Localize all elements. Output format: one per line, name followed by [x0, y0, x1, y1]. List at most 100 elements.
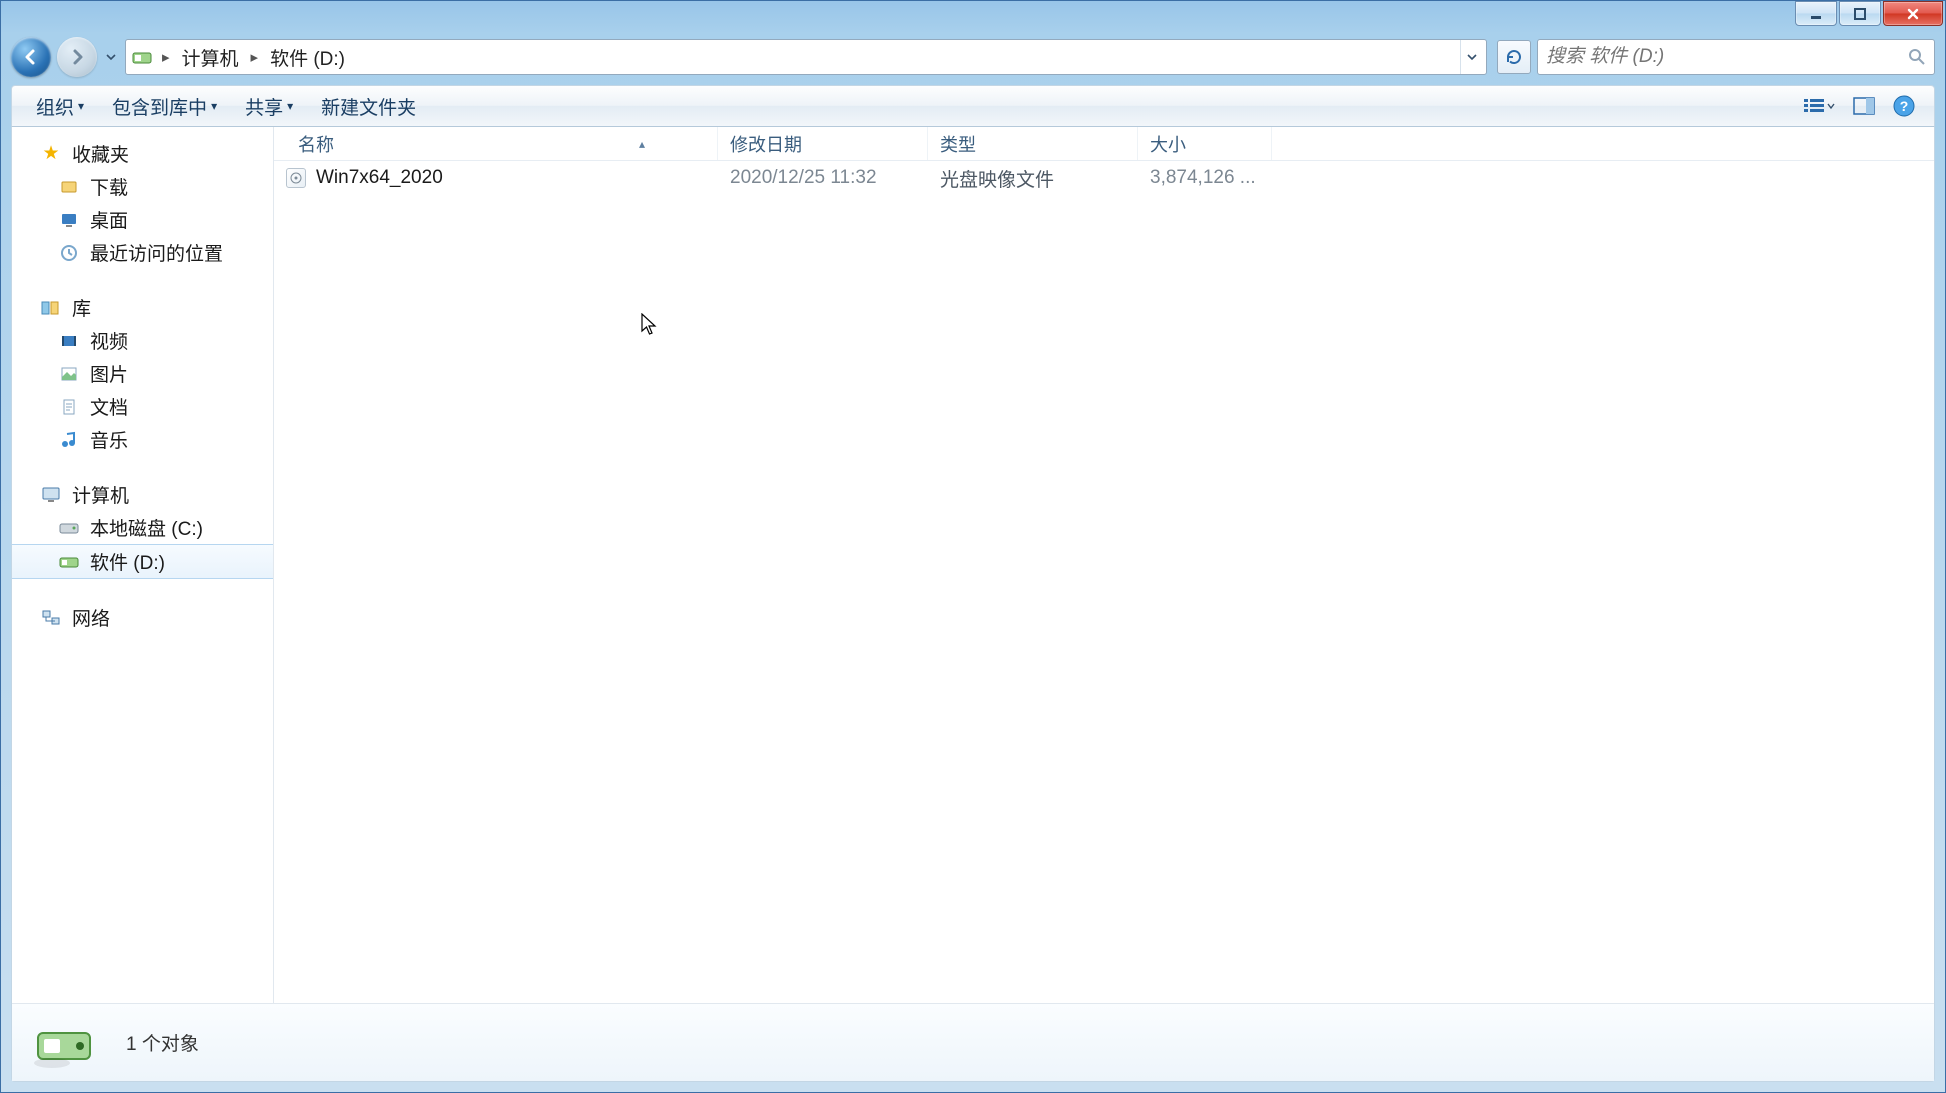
forward-button[interactable] [57, 37, 97, 77]
chevron-down-icon [1827, 102, 1835, 110]
preview-pane-button[interactable] [1846, 91, 1882, 121]
column-headers: 名称 ▴ 修改日期 类型 大小 [274, 127, 1934, 161]
column-label: 名称 [298, 131, 334, 157]
new-folder-button[interactable]: 新建文件夹 [309, 89, 428, 124]
sidebar-item-favorites[interactable]: ★ 收藏夹 [12, 137, 273, 170]
toolbar: 组织 ▾ 包含到库中 ▾ 共享 ▾ 新建文件夹 ? [11, 85, 1935, 127]
minimize-button[interactable] [1795, 1, 1837, 26]
sidebar-item-music[interactable]: 音乐 [12, 423, 273, 456]
address-bar[interactable]: ▸ 计算机 ▸ 软件 (D:) [125, 39, 1487, 75]
status-bar: 1 个对象 [12, 1003, 1934, 1081]
sidebar-item-desktop[interactable]: 桌面 [12, 203, 273, 236]
help-button[interactable]: ? [1886, 91, 1922, 121]
chevron-down-icon: ▾ [211, 99, 217, 113]
file-view: 名称 ▴ 修改日期 类型 大小 Win7x64_2020 [274, 127, 1934, 1003]
include-label: 包含到库中 [112, 93, 207, 120]
maximize-icon [1853, 7, 1867, 21]
maximize-button[interactable] [1839, 1, 1881, 26]
search-input[interactable] [1546, 46, 1900, 68]
sort-indicator-icon: ▴ [639, 137, 645, 151]
explorer-window: ▸ 计算机 ▸ 软件 (D:) 组织 ▾ 包含到库中 ▾ 共享 ▾ 新建文件夹 [0, 0, 1946, 1093]
title-bar[interactable] [1, 1, 1945, 33]
desktop-icon [58, 209, 80, 231]
column-label: 修改日期 [730, 131, 802, 157]
breadcrumb-drive-d[interactable]: 软件 (D:) [266, 42, 349, 73]
sidebar-item-documents[interactable]: 文档 [12, 390, 273, 423]
favorites-label: 收藏夹 [72, 140, 129, 167]
close-icon [1906, 7, 1920, 21]
minimize-icon [1809, 7, 1823, 21]
file-row[interactable]: Win7x64_2020 2020/12/25 11:32 光盘映像文件 3,8… [274, 161, 1934, 195]
sidebar-item-downloads[interactable]: 下载 [12, 170, 273, 203]
sidebar-item-videos[interactable]: 视频 [12, 324, 273, 357]
view-options-button[interactable] [1796, 91, 1842, 121]
include-in-library-menu[interactable]: 包含到库中 ▾ [100, 89, 229, 124]
column-header-name[interactable]: 名称 ▴ [274, 127, 718, 160]
file-name: Win7x64_2020 [316, 167, 443, 189]
column-header-size[interactable]: 大小 [1138, 127, 1272, 160]
favorites-group: ★ 收藏夹 下载 桌面 最近访问的位置 [12, 137, 273, 269]
computer-label: 计算机 [72, 481, 129, 508]
file-type-cell: 光盘映像文件 [928, 165, 1138, 192]
nav-history-dropdown[interactable] [103, 37, 119, 77]
downloads-icon [58, 176, 80, 198]
arrow-right-icon [67, 47, 87, 67]
share-label: 共享 [245, 93, 283, 120]
refresh-button[interactable] [1497, 40, 1531, 74]
preview-pane-icon [1853, 97, 1875, 115]
network-group: 网络 [12, 601, 273, 634]
iso-file-icon [286, 168, 306, 188]
network-label: 网络 [72, 604, 110, 631]
file-list[interactable]: Win7x64_2020 2020/12/25 11:32 光盘映像文件 3,8… [274, 161, 1934, 1003]
share-menu[interactable]: 共享 ▾ [233, 89, 305, 124]
sidebar-item-pictures[interactable]: 图片 [12, 357, 273, 390]
file-name-cell: Win7x64_2020 [274, 167, 718, 189]
organize-label: 组织 [36, 93, 74, 120]
window-controls [1795, 1, 1943, 26]
content-area: ★ 收藏夹 下载 桌面 最近访问的位置 [11, 127, 1935, 1082]
sidebar-item-drive-c[interactable]: 本地磁盘 (C:) [12, 511, 273, 544]
sidebar-item-label: 桌面 [90, 206, 128, 233]
new-folder-label: 新建文件夹 [321, 93, 416, 120]
breadcrumb-computer[interactable]: 计算机 [178, 42, 243, 73]
column-header-date[interactable]: 修改日期 [718, 127, 928, 160]
navigation-pane[interactable]: ★ 收藏夹 下载 桌面 最近访问的位置 [12, 127, 274, 1003]
libraries-group: 库 视频 图片 文档 音 [12, 291, 273, 456]
close-button[interactable] [1883, 1, 1943, 26]
drive-icon [58, 517, 80, 539]
search-box[interactable] [1537, 39, 1935, 75]
address-dropdown[interactable] [1460, 40, 1482, 74]
column-label: 类型 [940, 131, 976, 157]
chevron-down-icon [1466, 51, 1478, 63]
sidebar-item-drive-d[interactable]: 软件 (D:) [12, 544, 273, 579]
documents-icon [58, 396, 80, 418]
column-header-type[interactable]: 类型 [928, 127, 1138, 160]
breadcrumb-sep[interactable]: ▸ [156, 48, 176, 66]
drive-icon [130, 45, 154, 69]
organize-menu[interactable]: 组织 ▾ [24, 89, 96, 124]
sidebar-item-label: 音乐 [90, 426, 128, 453]
search-icon [1908, 48, 1926, 66]
videos-icon [58, 330, 80, 352]
network-icon [40, 607, 62, 629]
star-icon: ★ [40, 143, 62, 165]
refresh-icon [1505, 48, 1523, 66]
sidebar-item-network[interactable]: 网络 [12, 601, 273, 634]
column-label: 大小 [1150, 131, 1186, 157]
split-pane: ★ 收藏夹 下载 桌面 最近访问的位置 [12, 127, 1934, 1003]
file-date-cell: 2020/12/25 11:32 [718, 167, 928, 189]
sidebar-item-label: 本地磁盘 (C:) [90, 514, 203, 541]
chevron-down-icon: ▾ [287, 99, 293, 113]
computer-icon [40, 484, 62, 506]
chevron-down-icon: ▾ [78, 99, 84, 113]
sidebar-item-computer[interactable]: 计算机 [12, 478, 273, 511]
music-icon [58, 429, 80, 451]
sidebar-item-label: 最近访问的位置 [90, 239, 223, 266]
sidebar-item-label: 视频 [90, 327, 128, 354]
status-text: 1 个对象 [126, 1029, 199, 1056]
chevron-down-icon [106, 52, 116, 62]
breadcrumb-sep[interactable]: ▸ [245, 48, 265, 66]
back-button[interactable] [11, 37, 51, 77]
sidebar-item-recent[interactable]: 最近访问的位置 [12, 236, 273, 269]
sidebar-item-libraries[interactable]: 库 [12, 291, 273, 324]
